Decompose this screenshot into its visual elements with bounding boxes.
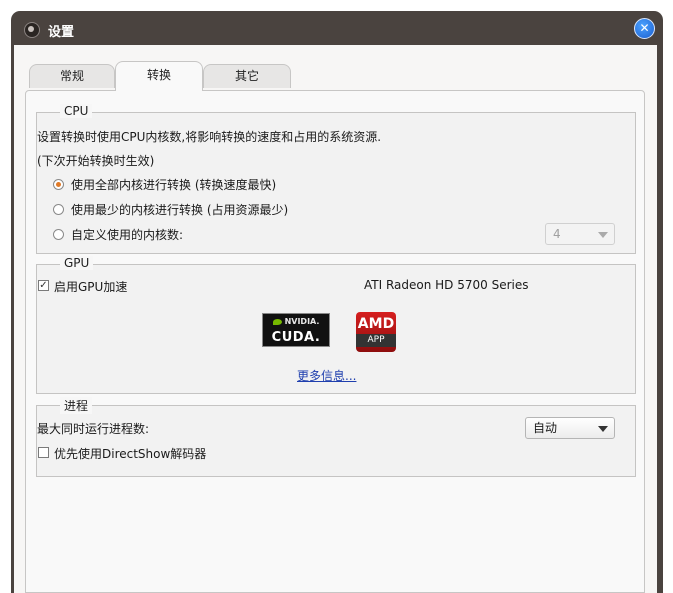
directshow-label[interactable]: 优先使用DirectShow解码器 (54, 445, 206, 462)
radio-all-cores-label[interactable]: 使用全部内核进行转换 (转换速度最快) (71, 176, 276, 193)
core-count-select[interactable]: 4 (545, 223, 615, 245)
app-icon (24, 22, 40, 38)
tab-convert[interactable]: 转换 (115, 61, 203, 91)
cpu-description: 设置转换时使用CPU内核数,将影响转换的速度和占用的系统资源. (37, 130, 382, 144)
gpu-device-name: ATI Radeon HD 5700 Series (364, 278, 529, 292)
nvidia-brand-text: NVIDIA. (263, 317, 329, 326)
process-group-title: 进程 (60, 397, 93, 414)
cpu-note: (下次开始转换时生效) (37, 154, 155, 168)
settings-window: 设置 ✕ 常规 转换 其它 CPU 设置转换时使用CPU内核数,将影响转换的速度… (11, 11, 663, 593)
radio-all-cores[interactable] (53, 179, 64, 190)
close-button[interactable]: ✕ (634, 18, 655, 39)
close-icon: ✕ (639, 21, 650, 35)
gpu-group: GPU ✓ 启用GPU加速 ATI Radeon HD 5700 Series … (36, 256, 636, 394)
gpu-group-title: GPU (60, 256, 94, 270)
amd-app-logo: AMD APP (356, 312, 396, 352)
directshow-checkbox[interactable] (38, 447, 49, 458)
max-process-select[interactable]: 自动 (525, 417, 615, 439)
cpu-group: CPU 设置转换时使用CPU内核数,将影响转换的速度和占用的系统资源. (下次开… (36, 104, 636, 254)
max-process-label: 最大同时运行进程数: (37, 422, 150, 436)
dialog-body: 常规 转换 其它 CPU 设置转换时使用CPU内核数,将影响转换的速度和占用的系… (14, 45, 657, 593)
title-bar[interactable]: 设置 ✕ (11, 11, 663, 45)
gpu-accel-checkbox[interactable]: ✓ (38, 280, 49, 291)
tab-panel-convert: CPU 设置转换时使用CPU内核数,将影响转换的速度和占用的系统资源. (下次开… (25, 90, 645, 593)
radio-min-cores-label[interactable]: 使用最少的内核进行转换 (占用资源最少) (71, 201, 288, 218)
radio-custom-cores[interactable] (53, 229, 64, 240)
amd-brand-text: AMD (357, 316, 395, 332)
tab-other[interactable]: 其它 (203, 64, 291, 88)
cuda-text: CUDA. (271, 330, 321, 345)
more-info-link[interactable]: 更多信息... (297, 367, 356, 384)
process-group: 进程 最大同时运行进程数: 自动 优先使用DirectShow解码器 (36, 397, 636, 477)
nvidia-cuda-logo: NVIDIA. CUDA. (262, 313, 330, 347)
amd-app-text: APP (356, 334, 396, 347)
gpu-accel-label[interactable]: 启用GPU加速 (54, 278, 127, 295)
core-count-value: 4 (553, 227, 561, 241)
cpu-group-title: CPU (60, 104, 93, 118)
tab-general[interactable]: 常规 (29, 64, 115, 88)
chevron-down-icon (598, 232, 608, 238)
chevron-down-icon (598, 426, 608, 432)
window-title: 设置 (48, 25, 75, 40)
radio-custom-cores-label[interactable]: 自定义使用的内核数: (71, 226, 183, 243)
radio-min-cores[interactable] (53, 204, 64, 215)
max-process-value: 自动 (533, 421, 558, 435)
